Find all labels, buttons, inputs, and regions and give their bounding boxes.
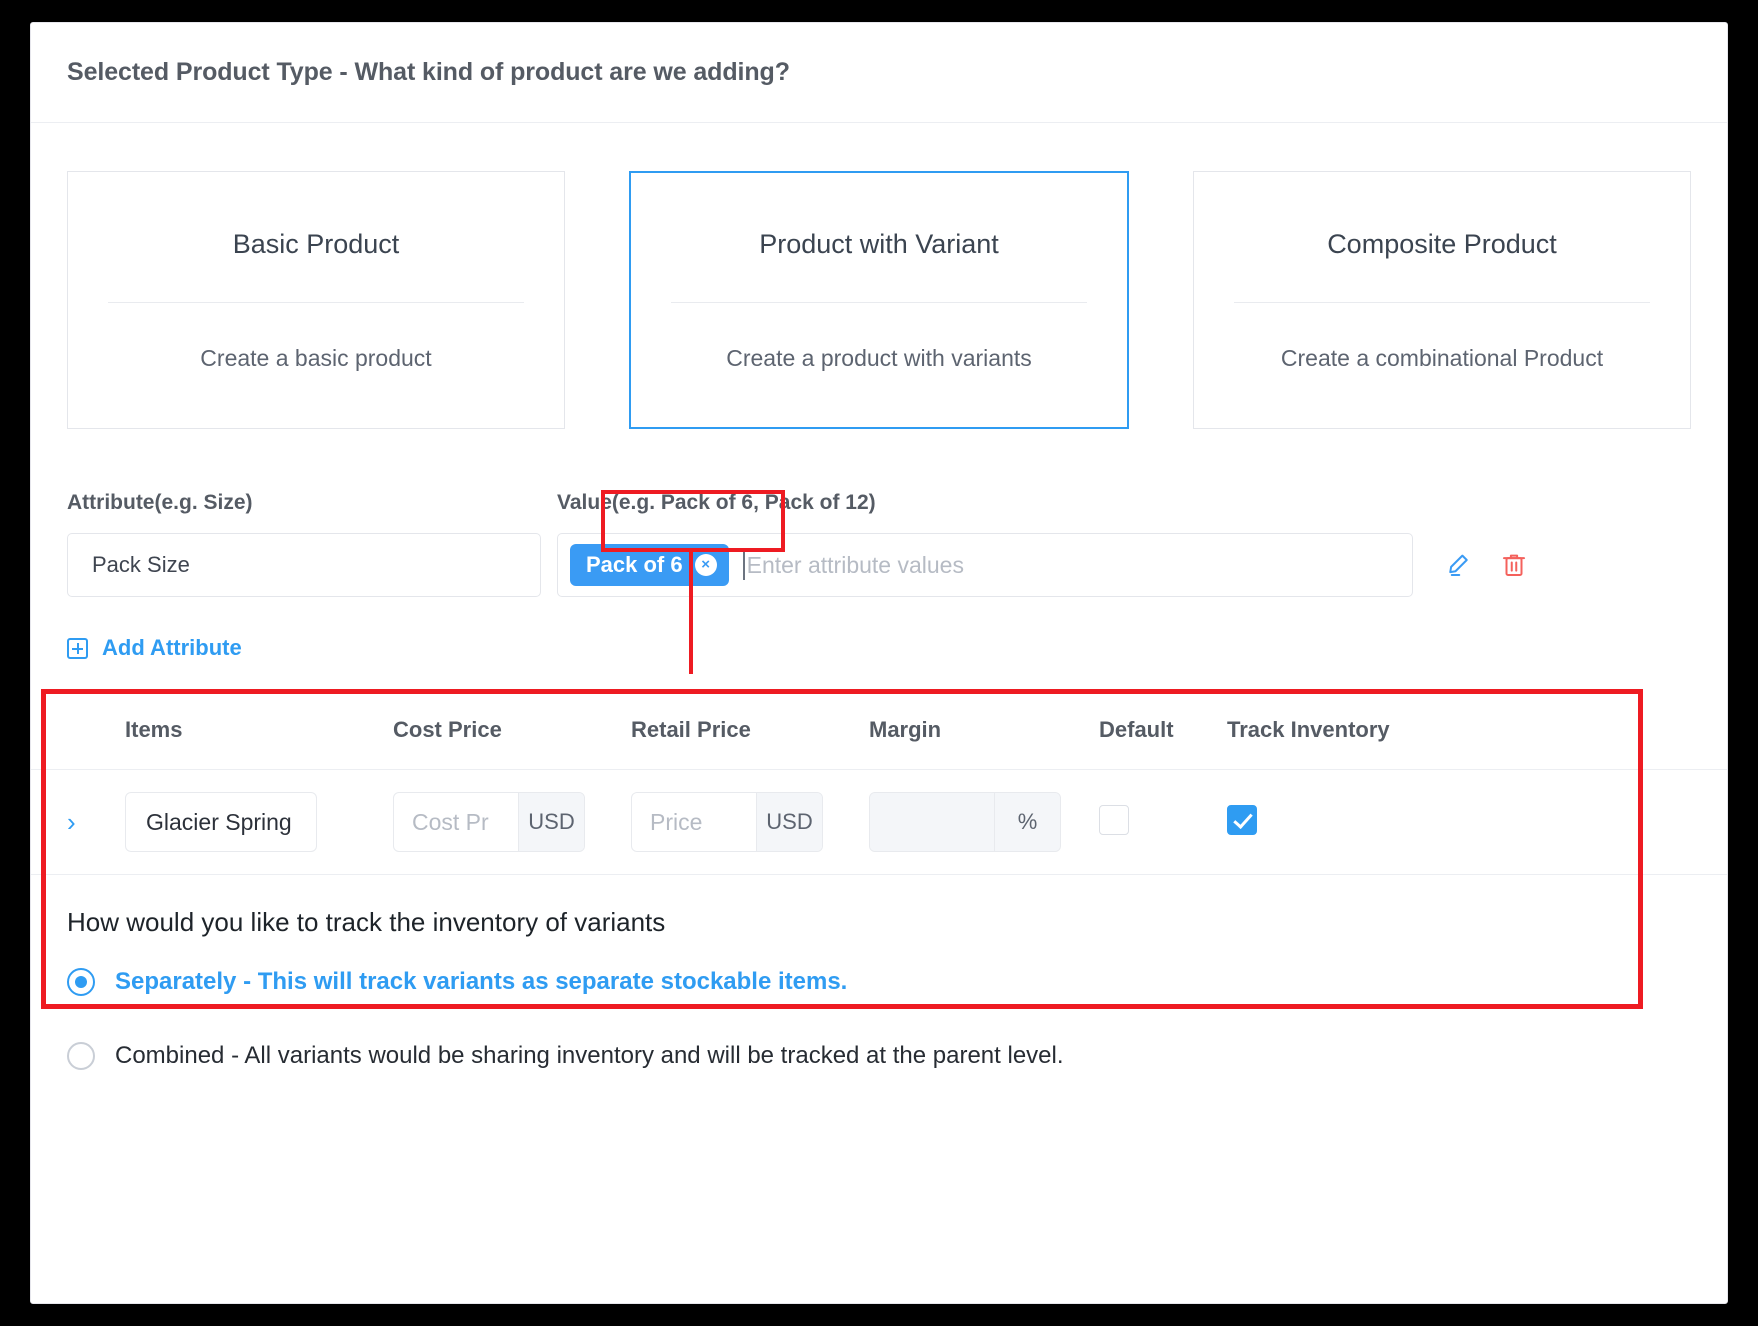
retail-price-input[interactable]: Price USD — [631, 792, 823, 852]
product-type-desc: Create a basic product — [200, 345, 431, 372]
text-caret — [743, 550, 745, 580]
attribute-values-placeholder: Enter attribute values — [747, 552, 964, 579]
margin-cell: % — [869, 770, 1099, 875]
tracking-option-separately[interactable]: Separately - This will track variants as… — [31, 968, 1727, 996]
track-inventory-checkbox[interactable] — [1227, 805, 1257, 835]
chevron-right-icon[interactable]: › — [67, 809, 76, 835]
product-type-desc: Create a combinational Product — [1281, 345, 1603, 372]
highlight-connector-line — [689, 552, 693, 674]
margin-input[interactable]: % — [869, 792, 1061, 852]
card-divider — [1234, 302, 1651, 303]
attribute-row: Pack Size Pack of 6 × Enter attribute va… — [67, 533, 1691, 597]
attribute-labels: Attribute(e.g. Size) Value(e.g. Pack of … — [67, 491, 1691, 515]
track-inventory-cell — [1227, 770, 1727, 875]
attribute-actions — [1443, 550, 1529, 580]
product-type-cards: Basic Product Create a basic product Pro… — [31, 123, 1727, 429]
plus-square-icon — [67, 638, 88, 659]
card-divider — [108, 302, 525, 303]
attribute-label: Attribute(e.g. Size) — [67, 491, 557, 515]
table-header-row: Items Cost Price Retail Price Margin Def… — [31, 689, 1727, 770]
product-type-desc: Create a product with variants — [726, 345, 1032, 372]
default-cell — [1099, 770, 1227, 875]
tracking-option-combined[interactable]: Combined - All variants would be sharing… — [31, 1042, 1727, 1070]
tracking-option-label: Combined - All variants would be sharing… — [115, 1042, 1064, 1070]
tracking-option-label: Separately - This will track variants as… — [115, 968, 847, 996]
attribute-section: Attribute(e.g. Size) Value(e.g. Pack of … — [31, 429, 1727, 597]
variants-region: Items Cost Price Retail Price Margin Def… — [31, 689, 1727, 1070]
radio-separately-icon[interactable] — [67, 968, 95, 996]
expand-cell: › — [31, 770, 125, 875]
table-row: › Glacier Spring Cost Pr USD Price — [31, 770, 1727, 875]
cost-price-cell: Cost Pr USD — [393, 770, 631, 875]
card-divider — [671, 302, 1088, 303]
add-attribute-label: Add Attribute — [102, 635, 242, 661]
attribute-name-input[interactable]: Pack Size — [67, 533, 541, 597]
product-type-card-composite[interactable]: Composite Product Create a combinational… — [1193, 171, 1691, 429]
product-type-card-variant[interactable]: Product with Variant Create a product wi… — [629, 171, 1129, 429]
product-type-name: Composite Product — [1327, 229, 1557, 260]
default-checkbox[interactable] — [1099, 805, 1129, 835]
table-header-margin: Margin — [869, 689, 1099, 770]
retail-price-placeholder: Price — [632, 793, 756, 851]
table-header-track-inventory: Track Inventory — [1227, 689, 1727, 770]
trash-icon[interactable] — [1499, 550, 1529, 580]
margin-percent-symbol: % — [994, 793, 1060, 851]
retail-price-cell: Price USD — [631, 770, 869, 875]
product-type-card-basic[interactable]: Basic Product Create a basic product — [67, 171, 565, 429]
item-name-input[interactable]: Glacier Spring — [125, 792, 317, 852]
cost-price-placeholder: Cost Pr — [394, 793, 518, 851]
value-label: Value(e.g. Pack of 6, Pack of 12) — [557, 491, 876, 515]
product-type-panel: Selected Product Type - What kind of pro… — [30, 22, 1728, 1304]
pencil-icon[interactable] — [1443, 550, 1473, 580]
chip-remove-icon[interactable]: × — [695, 554, 717, 576]
radio-combined-icon[interactable] — [67, 1042, 95, 1070]
panel-header: Selected Product Type - What kind of pro… — [31, 23, 1727, 123]
product-type-name: Product with Variant — [759, 229, 999, 260]
margin-value — [870, 793, 994, 851]
item-cell: Glacier Spring — [125, 770, 393, 875]
retail-price-currency: USD — [756, 793, 822, 851]
product-type-name: Basic Product — [233, 229, 400, 260]
attribute-values-input[interactable]: Pack of 6 × Enter attribute values — [557, 533, 1413, 597]
tracking-question: How would you like to track the inventor… — [31, 875, 1727, 938]
add-attribute-button[interactable]: Add Attribute — [31, 597, 1727, 661]
table-header-expand — [31, 689, 125, 770]
chip-label: Pack of 6 — [586, 552, 683, 578]
page-title: Selected Product Type - What kind of pro… — [67, 58, 790, 87]
table-header-retail-price: Retail Price — [631, 689, 869, 770]
cost-price-input[interactable]: Cost Pr USD — [393, 792, 585, 852]
attribute-value-chip[interactable]: Pack of 6 × — [570, 544, 729, 586]
table-header-cost-price: Cost Price — [393, 689, 631, 770]
cost-price-currency: USD — [518, 793, 584, 851]
variants-table: Items Cost Price Retail Price Margin Def… — [31, 689, 1727, 875]
table-header-default: Default — [1099, 689, 1227, 770]
table-header-items: Items — [125, 689, 393, 770]
